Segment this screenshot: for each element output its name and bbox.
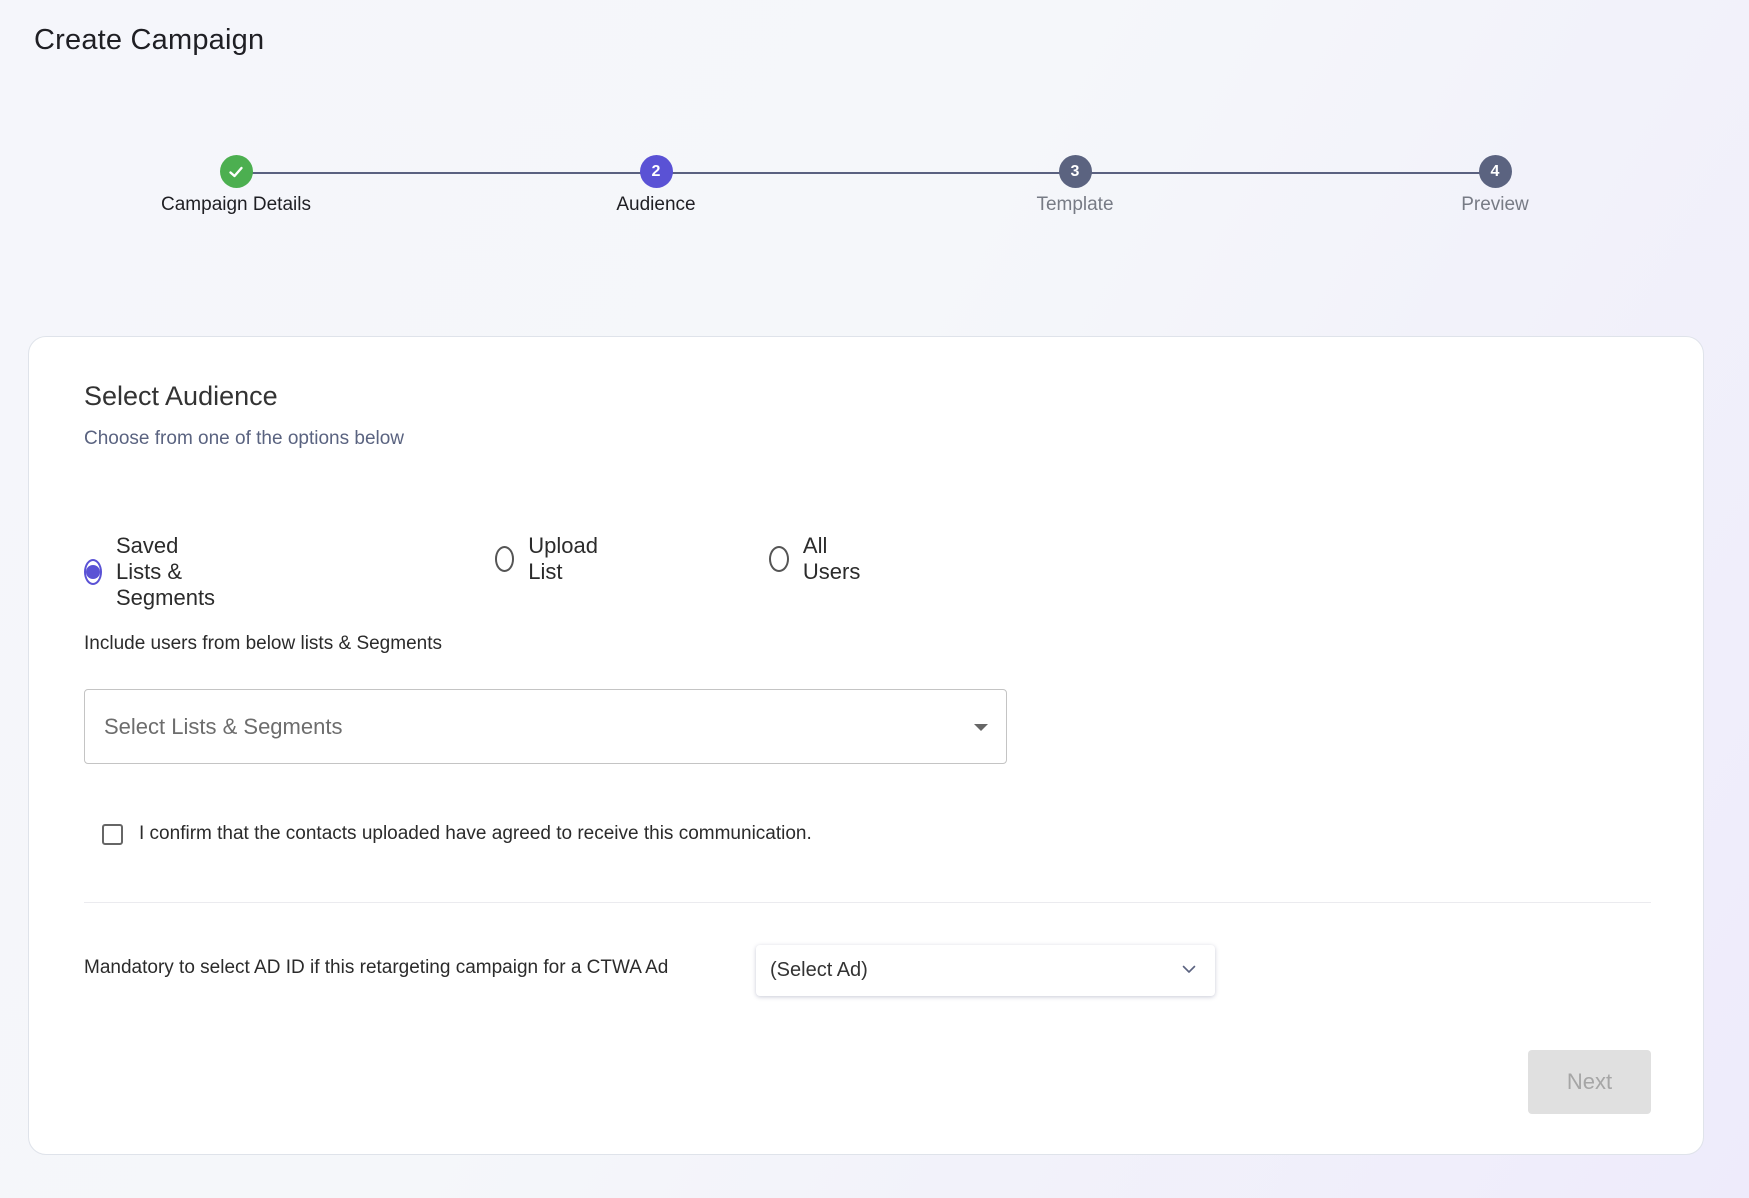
- divider: [84, 902, 1651, 903]
- step-label: Campaign Details: [161, 194, 311, 215]
- ad-id-label: Mandatory to select AD ID if this retarg…: [84, 957, 669, 978]
- radio-label: All Users: [802, 533, 861, 584]
- radio-label: Upload List: [528, 533, 598, 584]
- radio-unchecked-icon[interactable]: [769, 546, 789, 572]
- step-preview[interactable]: 4 Preview: [1385, 155, 1605, 216]
- caret-down-icon: [974, 724, 988, 731]
- include-lists-label: Include users from below lists & Segment…: [84, 633, 442, 654]
- section-title: Select Audience: [84, 381, 278, 411]
- step-audience[interactable]: 2 Audience: [546, 155, 766, 216]
- ad-select-value: (Select Ad): [770, 959, 868, 981]
- radio-dot: [86, 565, 100, 579]
- step-number: 4: [1478, 155, 1512, 188]
- consent-checkbox[interactable]: [102, 823, 123, 845]
- step-label: Template: [1036, 194, 1114, 215]
- step-number: 2: [639, 155, 673, 188]
- select-placeholder: Select Lists & Segments: [104, 713, 343, 739]
- consent-label[interactable]: I confirm that the contacts uploaded hav…: [139, 823, 812, 845]
- step-template[interactable]: 3 Template: [965, 155, 1185, 216]
- lists-segments-select[interactable]: Select Lists & Segments: [84, 689, 1007, 764]
- step-campaign-details[interactable]: Campaign Details: [126, 155, 346, 216]
- radio-label: Saved Lists & Segments: [116, 533, 216, 610]
- radio-checked-icon[interactable]: [84, 559, 102, 585]
- step-label: Preview: [1461, 194, 1529, 215]
- radio-all-users[interactable]: All Users: [769, 533, 866, 585]
- step-number: 3: [1058, 155, 1092, 188]
- step-label: Audience: [616, 194, 696, 215]
- ad-select[interactable]: (Select Ad): [756, 945, 1215, 996]
- radio-saved-lists-segments[interactable]: Saved Lists & Segments: [84, 533, 223, 611]
- radio-upload-list[interactable]: Upload List: [495, 533, 605, 585]
- audience-card: Select Audience Choose from one of the o…: [28, 336, 1704, 1155]
- chevron-down-icon: [1182, 965, 1196, 973]
- step-status-circle: [219, 155, 253, 188]
- check-icon: [229, 166, 243, 177]
- section-subtitle: Choose from one of the options below: [84, 428, 405, 449]
- consent-row: I confirm that the contacts uploaded hav…: [102, 823, 812, 845]
- stepper: Campaign Details 2 Audience 3 Template 4…: [0, 0, 1749, 240]
- radio-unchecked-icon[interactable]: [495, 546, 515, 572]
- next-button[interactable]: Next: [1528, 1050, 1651, 1114]
